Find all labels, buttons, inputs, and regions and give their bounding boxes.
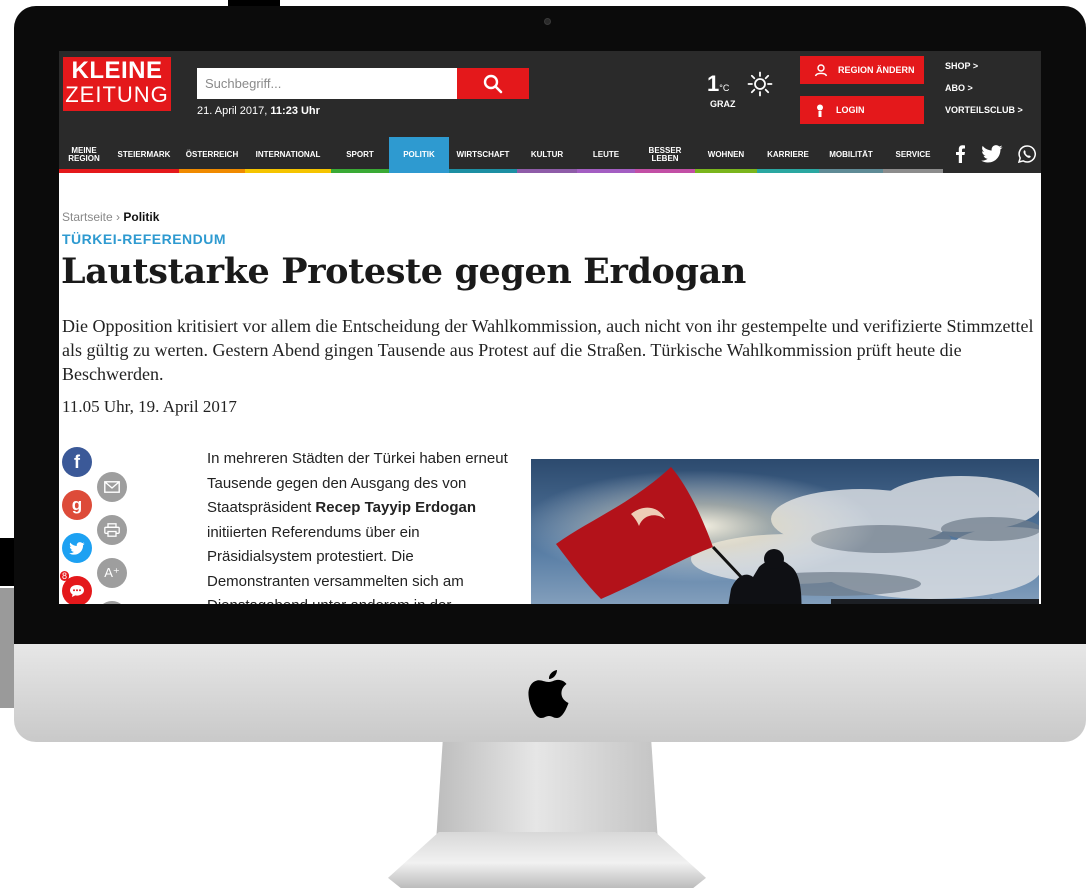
- nav-item-international[interactable]: INTERNATIONAL: [245, 137, 331, 173]
- site-logo[interactable]: KLEINE ZEITUNG: [63, 57, 171, 111]
- print-icon: [104, 523, 120, 537]
- weather-city: GRAZ: [710, 99, 736, 109]
- twitter-icon[interactable]: [981, 143, 1003, 165]
- vorteilsclub-link[interactable]: VORTEILSCLUB >: [945, 103, 1023, 125]
- nav-item-kultur[interactable]: KULTUR: [517, 137, 577, 173]
- whatsapp-icon[interactable]: [1016, 143, 1038, 165]
- share-twitter-button[interactable]: [62, 533, 92, 563]
- location-user-icon: [814, 63, 828, 77]
- login-button[interactable]: LOGIN: [800, 96, 924, 124]
- user-icon: [814, 104, 826, 117]
- breadcrumb: Startseite › Politik: [62, 210, 159, 224]
- facebook-icon[interactable]: [949, 143, 971, 165]
- breadcrumb-home-link[interactable]: Startseite: [62, 210, 113, 224]
- more-share-button[interactable]: [97, 601, 127, 604]
- share-email-button[interactable]: [97, 472, 127, 502]
- article-area: Startseite › Politik TÜRKEI-REFERENDUM L…: [59, 173, 1041, 604]
- nav-item-oesterreich[interactable]: ÖSTERREICH: [179, 137, 245, 173]
- share-facebook-button[interactable]: f: [62, 447, 92, 477]
- nav-item-wirtschaft[interactable]: WIRTSCHAFT: [449, 137, 517, 173]
- article-lead: Die Opposition kritisiert vor allem die …: [62, 316, 1034, 384]
- article-body: In mehreren Städten der Türkei haben ern…: [207, 450, 508, 604]
- mail-icon: [104, 481, 120, 493]
- googleplus-icon: g: [71, 495, 83, 514]
- search-button[interactable]: [457, 68, 529, 99]
- article-photo[interactable]: [531, 459, 1039, 604]
- nav-item-karriere[interactable]: KARRIERE: [757, 137, 819, 173]
- article-title: Lautstarke Proteste gegen Erdogan: [61, 251, 746, 292]
- font-size-icon: A⁺: [104, 565, 120, 580]
- article-published-date: 11.05 Uhr, 19. April 2017: [62, 397, 237, 416]
- nav-item-besser-leben[interactable]: BESSER LEBEN: [635, 137, 695, 173]
- twitter-icon: [69, 541, 85, 555]
- breadcrumb-current[interactable]: Politik: [123, 210, 159, 224]
- change-region-button[interactable]: REGION ÄNDERN: [800, 56, 924, 84]
- print-button[interactable]: [97, 515, 127, 545]
- person-name: Recep Tayyip Erdogan: [315, 499, 477, 516]
- browser-viewport: KLEINE ZEITUNG 21. April 2017, 11:23 Uhr…: [59, 51, 1041, 604]
- main-navigation: MEINE REGION STEIERMARK ÖSTERREICH INTER…: [59, 137, 1041, 173]
- search-icon: [483, 74, 503, 93]
- apple-logo-icon: [528, 670, 569, 718]
- monitor-stand-neck: [436, 742, 658, 842]
- nav-item-politik[interactable]: POLITIK: [389, 137, 449, 173]
- background-shape: [0, 538, 14, 586]
- share-googleplus-button[interactable]: g: [62, 490, 92, 520]
- site-header: KLEINE ZEITUNG 21. April 2017, 11:23 Uhr…: [59, 51, 1041, 137]
- breadcrumb-separator-icon: ›: [116, 210, 121, 224]
- nav-item-steiermark[interactable]: STEIERMARK: [109, 137, 179, 173]
- font-size-button[interactable]: A⁺: [97, 558, 127, 588]
- article-kicker[interactable]: TÜRKEI-REFERENDUM: [62, 231, 226, 247]
- nav-item-meine-region[interactable]: MEINE REGION: [59, 137, 109, 173]
- comment-count-badge: 8: [60, 571, 70, 581]
- nav-item-sport[interactable]: SPORT: [331, 137, 389, 173]
- abo-link[interactable]: ABO >: [945, 81, 1023, 103]
- weather-temperature[interactable]: 1°C: [707, 71, 729, 97]
- nav-item-leute[interactable]: LEUTE: [577, 137, 635, 173]
- sun-icon: [747, 71, 773, 97]
- monitor-stand-foot: [388, 832, 706, 888]
- facebook-icon: f: [74, 451, 80, 472]
- nav-item-service[interactable]: SERVICE: [883, 137, 943, 173]
- shop-link[interactable]: SHOP >: [945, 59, 1023, 81]
- header-links: SHOP > ABO > VORTEILSCLUB >: [945, 59, 1023, 125]
- comment-icon: [70, 585, 84, 597]
- camera-icon: [544, 18, 551, 25]
- search-input[interactable]: [197, 68, 457, 99]
- current-date: 21. April 2017, 11:23 Uhr: [197, 105, 320, 117]
- nav-item-mobilitaet[interactable]: MOBILITÄT: [819, 137, 883, 173]
- protest-flag-photo: [531, 459, 1039, 604]
- background-shape: [0, 588, 14, 708]
- nav-item-wohnen[interactable]: WOHNEN: [695, 137, 757, 173]
